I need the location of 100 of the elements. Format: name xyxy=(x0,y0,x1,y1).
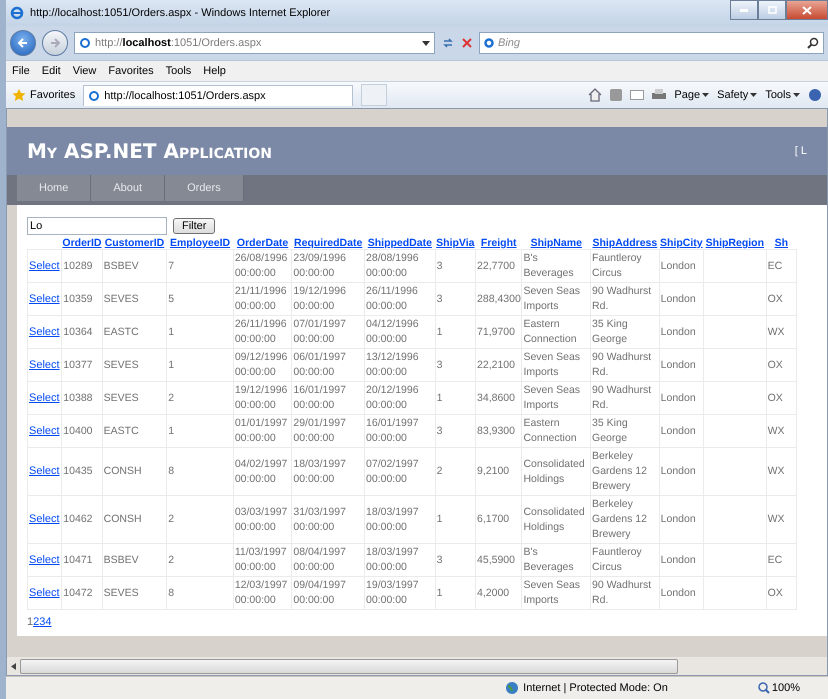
menu-item[interactable]: Edit xyxy=(42,65,61,77)
stop-icon[interactable] xyxy=(461,37,473,49)
table-cell: 1 xyxy=(436,392,442,404)
caret-icon[interactable] xyxy=(422,40,430,46)
table-cell: B's Beverages xyxy=(523,546,574,573)
browser-tab[interactable]: http://localhost:1051/Orders.aspx xyxy=(83,84,354,106)
scroll-left-icon[interactable] xyxy=(11,662,16,670)
column-header[interactable]: EmployeeID xyxy=(166,237,234,250)
table-cell: BSBEV xyxy=(104,260,139,272)
table-cell: 1 xyxy=(168,358,174,370)
table-cell: 288,4300 xyxy=(477,292,521,304)
column-header[interactable]: Freight xyxy=(476,237,522,250)
column-header[interactable]: ShipCity xyxy=(659,237,704,250)
menu-item[interactable]: Tools xyxy=(166,65,192,77)
zoom-icon[interactable] xyxy=(758,682,770,694)
command-menu[interactable]: Tools xyxy=(765,89,800,101)
filter-field[interactable]: Lo xyxy=(27,217,167,235)
table-cell: CONSH xyxy=(104,513,142,525)
zoom-level[interactable]: 100% xyxy=(772,682,800,694)
menu-item[interactable]: View xyxy=(72,65,96,77)
refresh-icon[interactable] xyxy=(441,36,455,50)
table-cell: 8 xyxy=(168,465,174,477)
window-title: http://localhost:1051/Orders.aspx - Windows Internet Explorer xyxy=(30,7,332,19)
table-cell: 35 King George xyxy=(592,417,628,444)
home-icon[interactable] xyxy=(588,88,602,102)
search-icon[interactable] xyxy=(807,37,819,49)
table-cell: 22,2100 xyxy=(477,358,515,370)
favorites-button[interactable]: Favorites xyxy=(12,88,76,102)
page-link[interactable]: 2 xyxy=(33,616,40,628)
column-header[interactable]: ShippedDate xyxy=(364,237,436,250)
globe-icon xyxy=(505,681,520,695)
command-menu[interactable]: Page xyxy=(674,89,710,101)
table-cell: 19/03/1997 00:00:00 xyxy=(366,579,419,606)
menu-item[interactable]: Help xyxy=(203,65,226,77)
table-cell: CONSH xyxy=(104,465,142,477)
menu-item[interactable]: Favorites xyxy=(108,65,154,77)
table-cell: Seven Seas Imports xyxy=(523,285,580,312)
page-icon xyxy=(79,37,91,49)
table-cell: London xyxy=(660,554,696,566)
back-button[interactable] xyxy=(10,30,36,56)
table-cell: 3 xyxy=(436,260,442,272)
table-cell: EASTC xyxy=(104,326,139,338)
table-cell: 06/01/1997 00:00:00 xyxy=(293,351,346,378)
column-header[interactable]: CustomerID xyxy=(102,237,167,250)
table-cell: 26/11/1996 00:00:00 xyxy=(366,285,418,312)
table-cell: WX xyxy=(768,326,785,338)
printer-icon[interactable] xyxy=(652,89,666,101)
table-cell: 1 xyxy=(436,586,442,598)
browser-logo-icon xyxy=(10,6,24,20)
column-header[interactable]: ShipRegion xyxy=(704,237,766,250)
column-header[interactable]: ShipAddress xyxy=(590,237,660,250)
page-link[interactable]: 4 xyxy=(45,616,52,628)
table-cell: London xyxy=(660,326,696,338)
maximize-button[interactable] xyxy=(758,0,786,20)
column-header[interactable]: Sh xyxy=(766,237,796,250)
column-header[interactable]: ShipName xyxy=(522,237,591,250)
table-cell: London xyxy=(660,586,696,598)
horizontal-scrollbar[interactable] xyxy=(7,657,827,675)
close-icon xyxy=(802,6,812,14)
table-cell: 21/11/1996 00:00:00 xyxy=(234,285,287,312)
mail-icon[interactable] xyxy=(630,90,644,100)
table-cell: OX xyxy=(768,358,783,370)
command-menu[interactable]: Safety xyxy=(717,89,758,101)
table-cell: 10400 xyxy=(63,424,92,436)
minimize-button[interactable] xyxy=(730,0,758,20)
table-cell: 3 xyxy=(436,292,442,304)
table-cell: WX xyxy=(768,513,785,525)
table-cell: EASTC xyxy=(104,424,139,436)
table-cell: Berkeley Gardens 12 Brewery xyxy=(592,450,647,492)
filter-button[interactable]: Filter xyxy=(173,218,216,234)
caret-icon xyxy=(793,93,800,97)
table-cell: 45,5900 xyxy=(477,554,515,566)
table-cell: 90 Wadhurst Rd. xyxy=(592,384,652,411)
login-link[interactable]: [ L xyxy=(794,145,807,157)
table-cell: 6,1700 xyxy=(477,513,510,525)
search-field[interactable]: Bing xyxy=(479,32,824,54)
address-field[interactable]: http://localhost:1051/Orders.aspx xyxy=(74,32,435,54)
table-cell: 10435 xyxy=(63,465,92,477)
table-cell: 13/12/1996 00:00:00 xyxy=(366,351,419,378)
menu-item[interactable]: File xyxy=(12,65,30,77)
close-button[interactable] xyxy=(786,0,828,20)
column-header[interactable]: ShipVia xyxy=(435,237,476,250)
page-link[interactable]: 3 xyxy=(39,616,46,628)
table-cell: 10364 xyxy=(63,326,92,338)
table-cell: 10462 xyxy=(63,513,92,525)
table-cell: 26/08/1996 00:00:00 xyxy=(234,252,288,279)
table-cell: 20/12/1996 00:00:00 xyxy=(366,384,419,411)
column-header[interactable]: OrderID xyxy=(62,237,102,250)
table-cell: 28/08/1996 00:00:00 xyxy=(366,252,419,279)
table-cell: 1 xyxy=(436,513,442,525)
table-cell: Seven Seas Imports xyxy=(523,579,580,606)
table-cell: Berkeley Gardens 12 Brewery xyxy=(592,498,647,540)
table-cell: Seven Seas Imports xyxy=(523,351,580,378)
table-cell: WX xyxy=(768,424,785,436)
table-cell: 04/02/1997 00:00:00 xyxy=(234,458,288,484)
forward-button[interactable] xyxy=(42,30,68,56)
column-header[interactable]: RequiredDate xyxy=(292,237,365,250)
page-link[interactable]: 1 xyxy=(27,616,34,628)
column-header[interactable]: OrderDate xyxy=(233,237,292,250)
scrollbar-thumb[interactable] xyxy=(20,658,678,674)
